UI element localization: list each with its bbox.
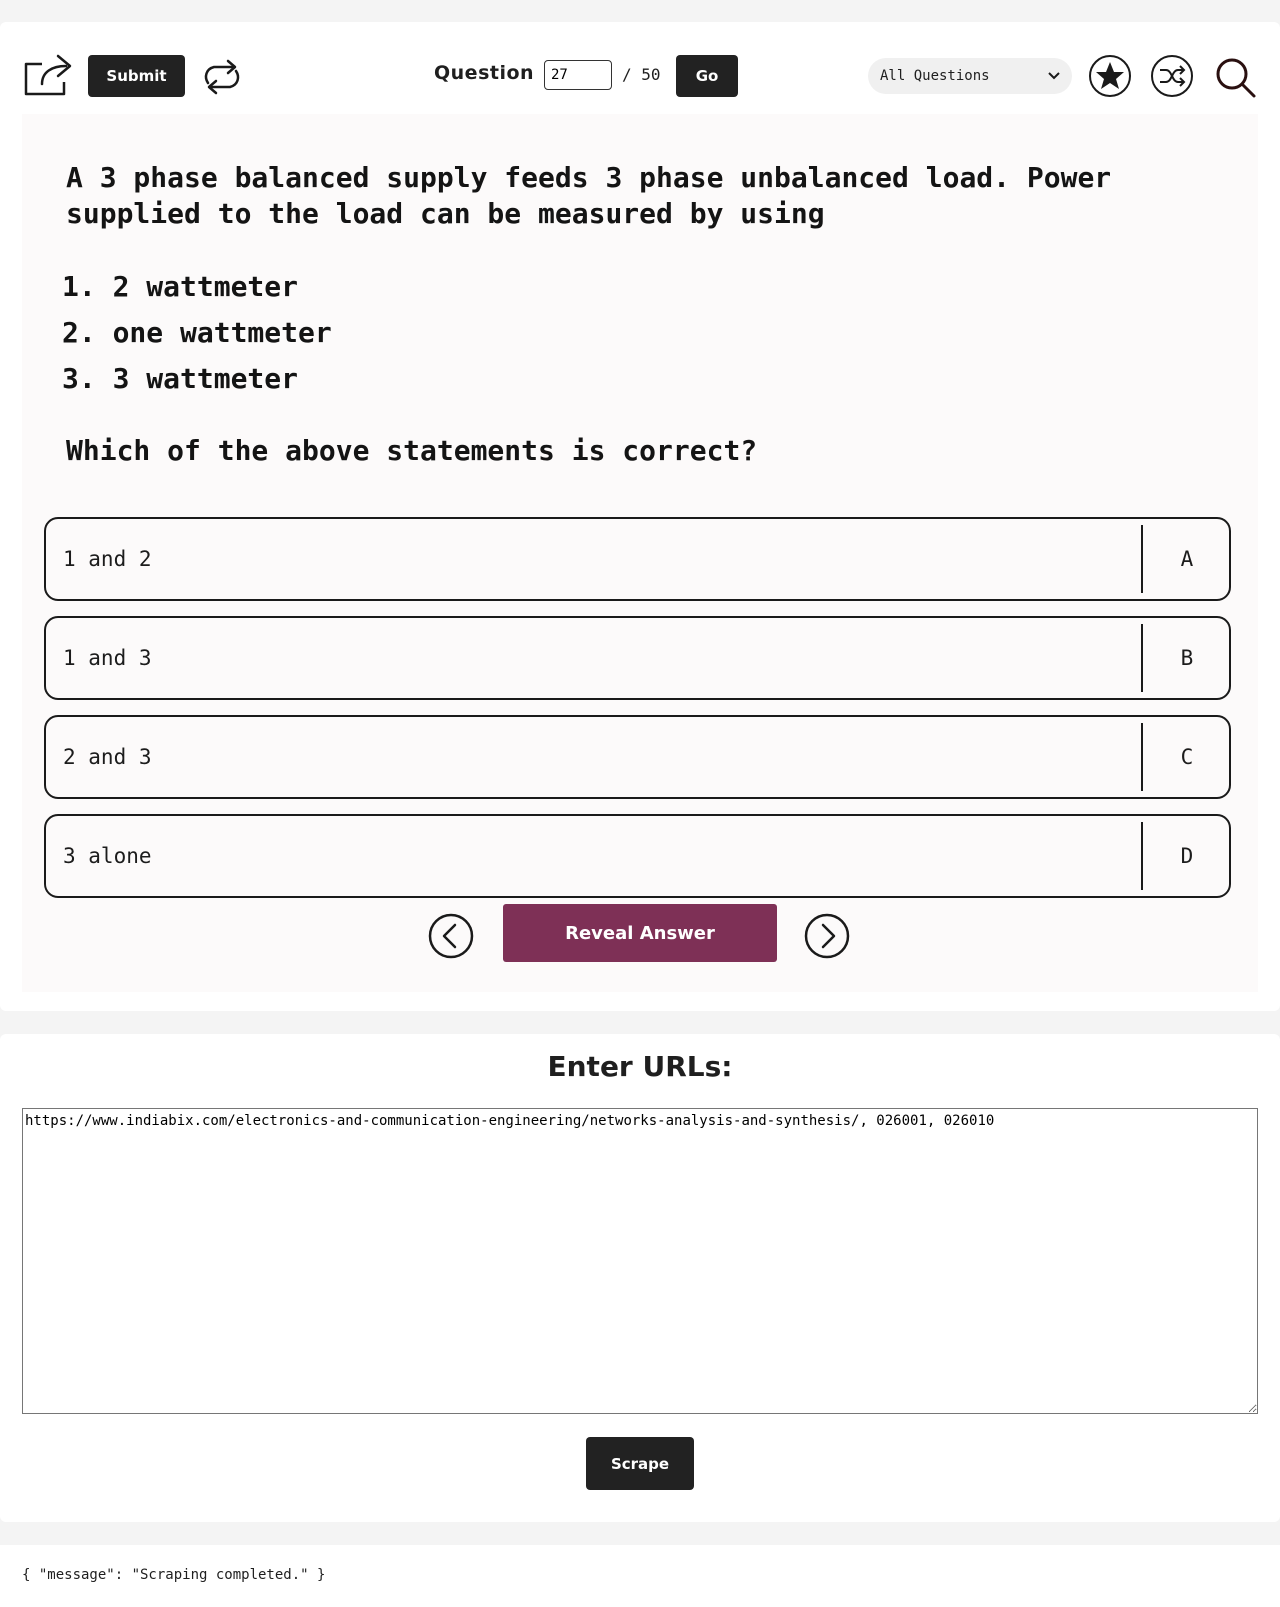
response-message: { "message": "Scraping completed." } xyxy=(22,1567,326,1583)
question-label: Question xyxy=(434,62,535,84)
reset-icon[interactable] xyxy=(200,57,244,97)
option-d[interactable]: 3 alone D xyxy=(44,814,1231,898)
star-icon[interactable] xyxy=(1088,54,1132,98)
question-prompt: Which of the above statements is correct… xyxy=(66,434,758,467)
go-button[interactable]: Go xyxy=(676,55,738,97)
search-icon[interactable] xyxy=(1212,54,1260,102)
statement-item: 2. one wattmeter xyxy=(62,316,332,349)
question-number-input[interactable] xyxy=(544,60,612,90)
option-text: 1 and 3 xyxy=(63,646,152,670)
share-icon[interactable] xyxy=(22,50,74,98)
question-text: A 3 phase balanced supply feeds 3 phase … xyxy=(66,161,1112,230)
option-letter: D xyxy=(1180,844,1194,868)
quiz-card: Submit Question / 50 Go All Questions xyxy=(0,22,1280,1011)
option-letter: C xyxy=(1180,745,1194,769)
option-text: 2 and 3 xyxy=(63,745,152,769)
chevron-right-icon[interactable] xyxy=(804,913,850,959)
filter-selected-value: All Questions xyxy=(880,68,990,84)
option-text: 1 and 2 xyxy=(63,547,152,571)
option-letter: B xyxy=(1180,646,1194,670)
chevron-left-icon[interactable] xyxy=(428,913,474,959)
option-c[interactable]: 2 and 3 C xyxy=(44,715,1231,799)
submit-button[interactable]: Submit xyxy=(88,55,185,97)
response-panel: { "message": "Scraping completed." } xyxy=(0,1545,1280,1607)
question-filter-select[interactable]: All Questions xyxy=(868,58,1072,94)
statement-list: 1. 2 wattmeter 2. one wattmeter 3. 3 wat… xyxy=(62,264,332,402)
option-a[interactable]: 1 and 2 A xyxy=(44,517,1231,601)
url-section-title: Enter URLs: xyxy=(547,1050,733,1083)
urls-textarea[interactable]: https://www.indiabix.com/electronics-and… xyxy=(22,1108,1258,1414)
chevron-down-icon xyxy=(1048,72,1060,80)
question-total: / 50 xyxy=(622,65,661,84)
shuffle-icon[interactable] xyxy=(1150,54,1194,98)
question-panel: A 3 phase balanced supply feeds 3 phase … xyxy=(22,114,1258,992)
option-b[interactable]: 1 and 3 B xyxy=(44,616,1231,700)
option-letter: A xyxy=(1180,547,1194,571)
statement-item: 1. 2 wattmeter xyxy=(62,270,299,303)
statement-item: 3. 3 wattmeter xyxy=(62,362,299,395)
reveal-answer-button[interactable]: Reveal Answer xyxy=(503,904,777,962)
scrape-button[interactable]: Scrape xyxy=(586,1437,694,1490)
url-scraper-card: Enter URLs: https://www.indiabix.com/ele… xyxy=(0,1034,1280,1522)
option-text: 3 alone xyxy=(63,844,152,868)
